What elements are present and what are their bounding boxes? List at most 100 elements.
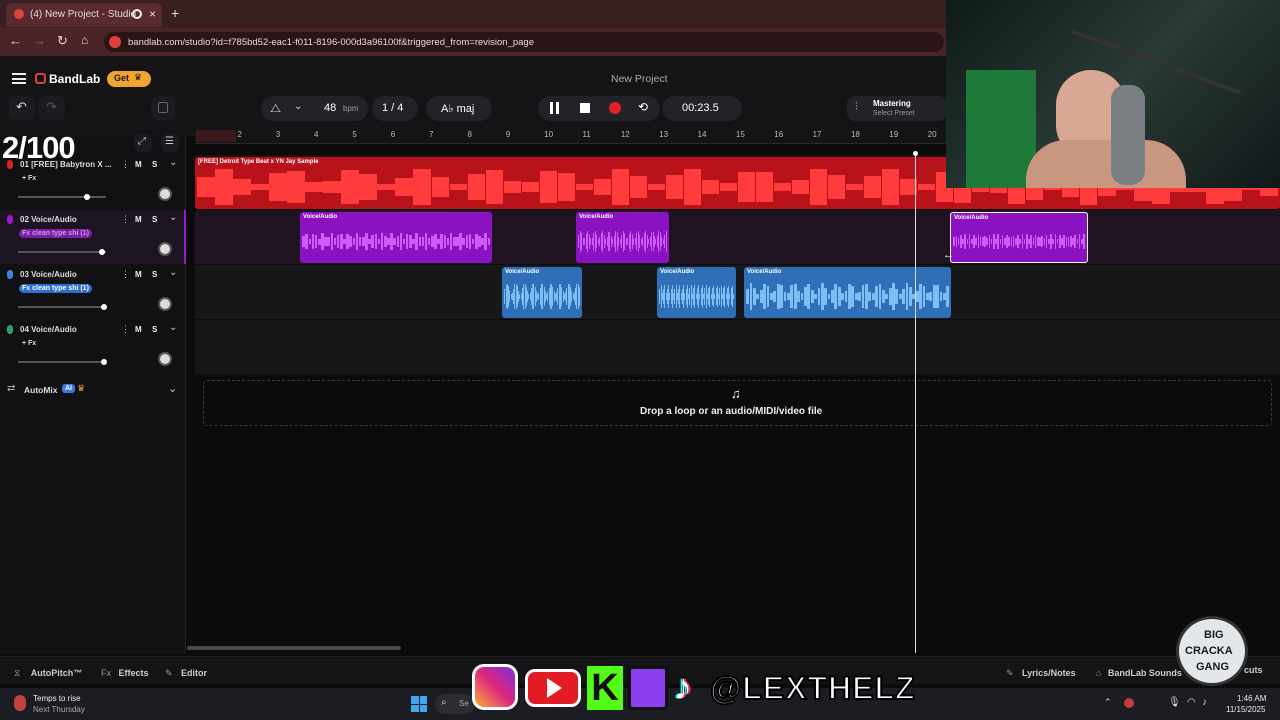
audio-clip[interactable]: Voice/Audio <box>502 267 582 318</box>
shortcuts-label[interactable]: cuts <box>1244 665 1263 675</box>
volume-fader[interactable] <box>18 304 108 310</box>
forward-icon[interactable]: → <box>33 33 46 48</box>
horizontal-scrollbar[interactable] <box>187 646 401 650</box>
project-title[interactable]: New Project <box>611 73 668 85</box>
audio-clip[interactable]: Voice/Audio <box>657 267 736 318</box>
fx-chip[interactable]: + Fx <box>19 174 39 183</box>
pan-knob[interactable] <box>158 352 172 366</box>
fx-chip[interactable]: Fx clean type shi (1) <box>19 284 92 293</box>
chevron-down-icon[interactable]: ⌄ <box>169 212 177 223</box>
autopitch-button[interactable]: ⧖ AutoPitch™ <box>14 663 82 681</box>
audio-clip[interactable]: Voice/Audio <box>950 212 1088 263</box>
automix-row[interactable]: ⇄ AutoMix AI ♛ ⌄ <box>0 380 186 400</box>
tab-close-icon[interactable]: × <box>149 7 156 21</box>
fader-knob[interactable] <box>98 249 105 255</box>
drop-zone-text: Drop a loop or an audio/MIDI/video file <box>640 406 823 417</box>
tray-app-icon[interactable] <box>1124 698 1134 708</box>
volume-fader[interactable] <box>18 194 106 200</box>
menu-icon[interactable] <box>12 73 26 84</box>
lyrics-button[interactable]: ✎ Lyrics/Notes <box>1006 663 1076 681</box>
playhead-handle[interactable] <box>913 151 918 156</box>
pan-knob[interactable] <box>158 187 172 201</box>
ruler-tick: 7 <box>429 130 434 139</box>
solo-button[interactable]: S <box>152 325 157 334</box>
audio-clip[interactable]: Voice/Audio <box>576 212 669 263</box>
youtube-icon <box>525 669 581 707</box>
sounds-button[interactable]: ⌂ BandLab Sounds <box>1096 663 1182 681</box>
track-name[interactable]: 01 [FREE] Babytron X ... <box>20 160 112 169</box>
solo-button[interactable]: S <box>152 215 157 224</box>
track-header[interactable]: 01 [FREE] Babytron X ... ⋮ M S ⌄ + Fx <box>0 155 186 209</box>
effects-button[interactable]: Fx Effects <box>101 663 148 681</box>
fx-chip[interactable]: + Fx <box>19 339 39 348</box>
get-membership-button[interactable]: Get ♛ <box>107 71 151 87</box>
playhead[interactable] <box>915 153 916 653</box>
pan-knob[interactable] <box>158 297 172 311</box>
chevron-down-icon[interactable]: ⌄ <box>169 157 177 168</box>
volume-fader[interactable] <box>18 249 106 255</box>
mute-button[interactable]: M <box>135 325 142 334</box>
fader-knob[interactable] <box>101 304 108 310</box>
weather-icon[interactable] <box>14 695 26 711</box>
fader-knob[interactable] <box>101 359 108 365</box>
tray-chevron-icon[interactable]: ⌃ <box>1104 697 1112 708</box>
mute-button[interactable]: M <box>135 160 142 169</box>
volume-fader[interactable] <box>18 359 108 365</box>
time-signature[interactable]: 1 / 4 <box>372 96 418 121</box>
mastering-button[interactable]: ⫶ Mastering Select Preset <box>847 96 947 121</box>
loop-region-marker[interactable] <box>196 130 236 142</box>
track-name[interactable]: 02 Voice/Audio <box>20 215 77 224</box>
home-icon[interactable]: ⌂ <box>81 33 88 47</box>
more-icon[interactable]: ⋮ <box>121 324 130 335</box>
editor-button[interactable]: ✎ Editor <box>165 663 207 681</box>
microphone-icon[interactable]: 🎙 <box>1168 697 1181 708</box>
new-tab-icon[interactable]: + <box>171 5 179 21</box>
social-handle: @LEXTHELZ <box>709 669 916 707</box>
undo-button[interactable]: ↶ <box>9 96 35 120</box>
back-icon[interactable]: ← <box>9 33 22 48</box>
panel-toggle-button[interactable] <box>151 96 175 120</box>
track-header[interactable]: 02 Voice/Audio ⋮ M S ⌄ Fx clean type shi… <box>0 210 186 264</box>
drop-zone[interactable]: ♫ Drop a loop or an audio/MIDI/video fil… <box>203 380 1272 426</box>
pause-button[interactable] <box>550 102 559 114</box>
more-icon[interactable]: ⋮ <box>121 269 130 280</box>
wifi-icon[interactable]: ◠ <box>1187 697 1196 708</box>
fader-knob[interactable] <box>83 194 90 200</box>
track-name[interactable]: 03 Voice/Audio <box>20 270 77 279</box>
audio-clip[interactable]: Voice/Audio <box>744 267 951 318</box>
site-info-icon[interactable] <box>109 36 121 48</box>
record-button[interactable] <box>609 102 621 114</box>
solo-button[interactable]: S <box>152 270 157 279</box>
chevron-down-icon[interactable]: ⌄ <box>169 322 177 333</box>
solo-button[interactable]: S <box>152 160 157 169</box>
track-name[interactable]: 04 Voice/Audio <box>20 325 77 334</box>
settings-button[interactable]: ☰ <box>161 134 179 152</box>
windows-start-icon[interactable] <box>411 696 427 712</box>
chevron-down-icon[interactable]: ⌄ <box>168 382 177 395</box>
reload-icon[interactable]: ↻ <box>57 33 68 49</box>
browser-tab[interactable]: (4) New Project - Studio × <box>6 3 162 27</box>
stop-button[interactable] <box>580 103 590 113</box>
more-icon[interactable]: ⋮ <box>121 214 130 225</box>
mute-button[interactable]: M <box>135 270 142 279</box>
brand-name[interactable]: BandLab <box>49 72 100 86</box>
pan-knob[interactable] <box>158 242 172 256</box>
tempo-value[interactable]: 48 <box>324 102 336 114</box>
selected-track-indicator <box>184 210 186 264</box>
redo-button[interactable]: ↷ <box>39 96 65 120</box>
loop-icon[interactable]: ⟲ <box>638 100 648 114</box>
track-header[interactable]: 03 Voice/Audio ⋮ M S ⌄ Fx clean type shi… <box>0 265 186 319</box>
key-selector[interactable]: A♭ maj <box>426 96 492 121</box>
metronome-control[interactable]: ⧍ ⌄ 48 bpm <box>261 96 368 121</box>
get-label: Get <box>114 73 130 83</box>
fx-chip[interactable]: Fx clean type shi (1) <box>19 229 92 238</box>
chevron-down-icon[interactable]: ⌄ <box>169 267 177 278</box>
taskbar-search[interactable]: ⌕ Se <box>435 694 475 714</box>
address-bar[interactable]: bandlab.com/studio?id=f785bd52-eac1-f011… <box>104 32 944 52</box>
track-header[interactable]: 04 Voice/Audio ⋮ M S ⌄ + Fx <box>0 320 186 374</box>
tool-button[interactable]: ⤢ <box>134 134 152 152</box>
volume-icon[interactable]: ♪ <box>1202 697 1207 708</box>
mute-button[interactable]: M <box>135 215 142 224</box>
more-icon[interactable]: ⋮ <box>121 159 130 170</box>
audio-clip[interactable]: Voice/Audio <box>300 212 492 263</box>
